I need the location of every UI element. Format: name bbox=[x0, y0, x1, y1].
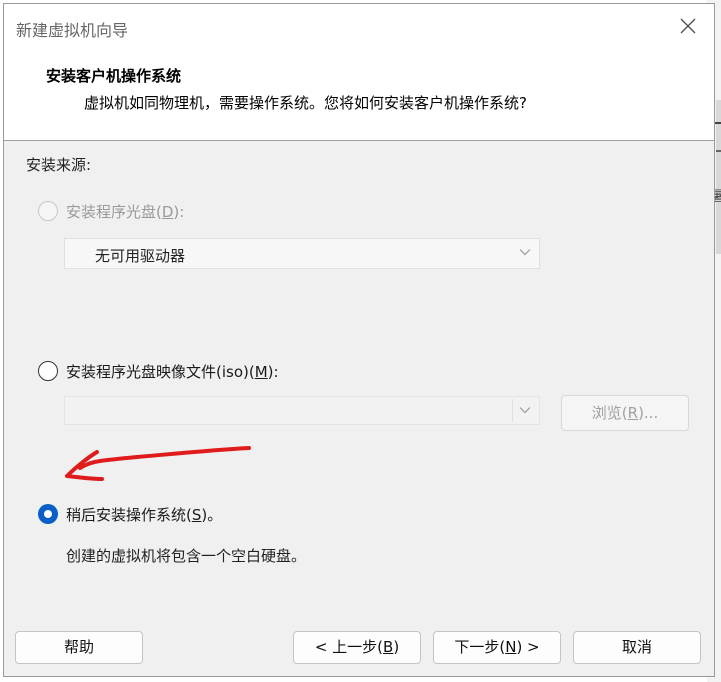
back-button[interactable]: < 上一步(B) bbox=[293, 631, 421, 664]
new-vm-wizard-dialog: 新建虚拟机向导 安装客户机操作系统 虚拟机如同物理机，需要操作系统。您将如何安装… bbox=[3, 3, 715, 677]
drive-select-value: 无可用驱动器 bbox=[95, 247, 186, 265]
title-bar: 新建虚拟机向导 bbox=[4, 4, 714, 48]
install-later-description: 创建的虚拟机将包含一个空白硬盘。 bbox=[66, 547, 307, 565]
wizard-header: 安装客户机操作系统 虚拟机如同物理机，需要操作系统。您将如何安装客户机操作系统? bbox=[4, 48, 714, 141]
drive-select[interactable]: 无可用驱动器 bbox=[64, 238, 540, 269]
install-disc-label: 安装程序光盘(D): bbox=[66, 203, 185, 221]
cancel-button[interactable]: 取消 bbox=[573, 631, 701, 664]
install-iso-label: 安装程序光盘映像文件(iso)(M): bbox=[66, 363, 279, 381]
install-later-label: 稍后安装操作系统(S)。 bbox=[66, 506, 223, 524]
chevron-down-icon bbox=[519, 249, 531, 256]
combo-divider bbox=[512, 399, 513, 422]
page-title: 安装客户机操作系统 bbox=[46, 67, 182, 85]
iso-path-combo[interactable] bbox=[64, 396, 540, 425]
browse-button[interactable]: 浏览(R)... bbox=[561, 395, 689, 431]
install-source-label: 安装来源: bbox=[26, 156, 92, 174]
close-button[interactable] bbox=[676, 14, 700, 38]
radio-install-iso[interactable] bbox=[38, 361, 58, 381]
help-button[interactable]: 帮助 bbox=[15, 631, 143, 664]
page-subtitle: 虚拟机如同物理机，需要操作系统。您将如何安装客户机操作系统? bbox=[84, 94, 527, 112]
red-arrow-annotation bbox=[65, 446, 251, 481]
radio-install-disc[interactable] bbox=[38, 201, 58, 221]
window-title: 新建虚拟机向导 bbox=[16, 21, 129, 40]
next-button[interactable]: 下一步(N) > bbox=[433, 631, 561, 664]
chevron-down-icon bbox=[519, 407, 531, 414]
background-mark bbox=[716, 150, 721, 152]
background-mark bbox=[715, 122, 721, 124]
close-icon bbox=[680, 18, 696, 34]
radio-install-later[interactable] bbox=[38, 504, 58, 524]
